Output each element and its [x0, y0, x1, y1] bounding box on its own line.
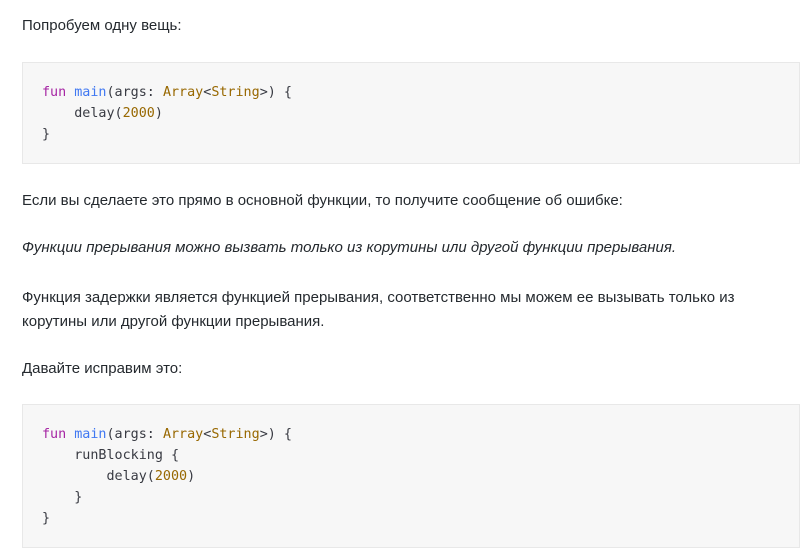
code-token: } — [42, 127, 51, 142]
code-token: fun — [42, 427, 67, 442]
intro-paragraph: Попробуем одну вещь: — [22, 17, 182, 34]
code-token: String — [211, 85, 260, 100]
code-line: } — [42, 508, 799, 529]
code-token: Array — [162, 427, 204, 442]
code-line: } — [42, 487, 799, 508]
error-explanation-paragraph: Если вы сделаете это прямо в основной фу… — [22, 192, 623, 209]
code-token: runBlocking { — [42, 448, 180, 463]
code-token: >) { — [259, 427, 292, 442]
code-token: ) — [187, 469, 196, 484]
fix-intro-paragraph: Давайте исправим это: — [22, 360, 183, 377]
code-line: fun main(args: Array<String>) { — [42, 82, 799, 103]
code-line: fun main(args: Array<String>) { — [42, 424, 799, 445]
code-token: (args: — [106, 85, 163, 100]
code-token: delay( — [42, 469, 155, 484]
code-line: } — [42, 124, 799, 145]
code-token: } — [42, 511, 51, 526]
code-line: delay(2000) — [42, 103, 799, 124]
code-token: ) — [154, 106, 163, 121]
code-token: fun — [42, 85, 67, 100]
error-message-paragraph: Функции прерывания можно вызвать только … — [22, 239, 677, 256]
code-token: >) { — [259, 85, 292, 100]
code-token: } — [42, 490, 83, 505]
code-token: Array — [162, 85, 204, 100]
code-token: 2000 — [154, 469, 188, 484]
code-block-second: fun main(args: Array<String>) { runBlock… — [22, 404, 800, 548]
code-token: main — [74, 85, 107, 100]
code-line: delay(2000) — [42, 466, 799, 487]
code-token: main — [74, 427, 107, 442]
code-token: delay( — [42, 106, 123, 121]
code-token: 2000 — [122, 106, 155, 121]
code-token: String — [211, 427, 260, 442]
code-token: (args: — [106, 427, 163, 442]
code-line: runBlocking { — [42, 445, 799, 466]
code-block-first: fun main(args: Array<String>) { delay(20… — [22, 62, 800, 164]
delay-explanation-paragraph: Функция задержки является функцией преры… — [22, 289, 735, 330]
